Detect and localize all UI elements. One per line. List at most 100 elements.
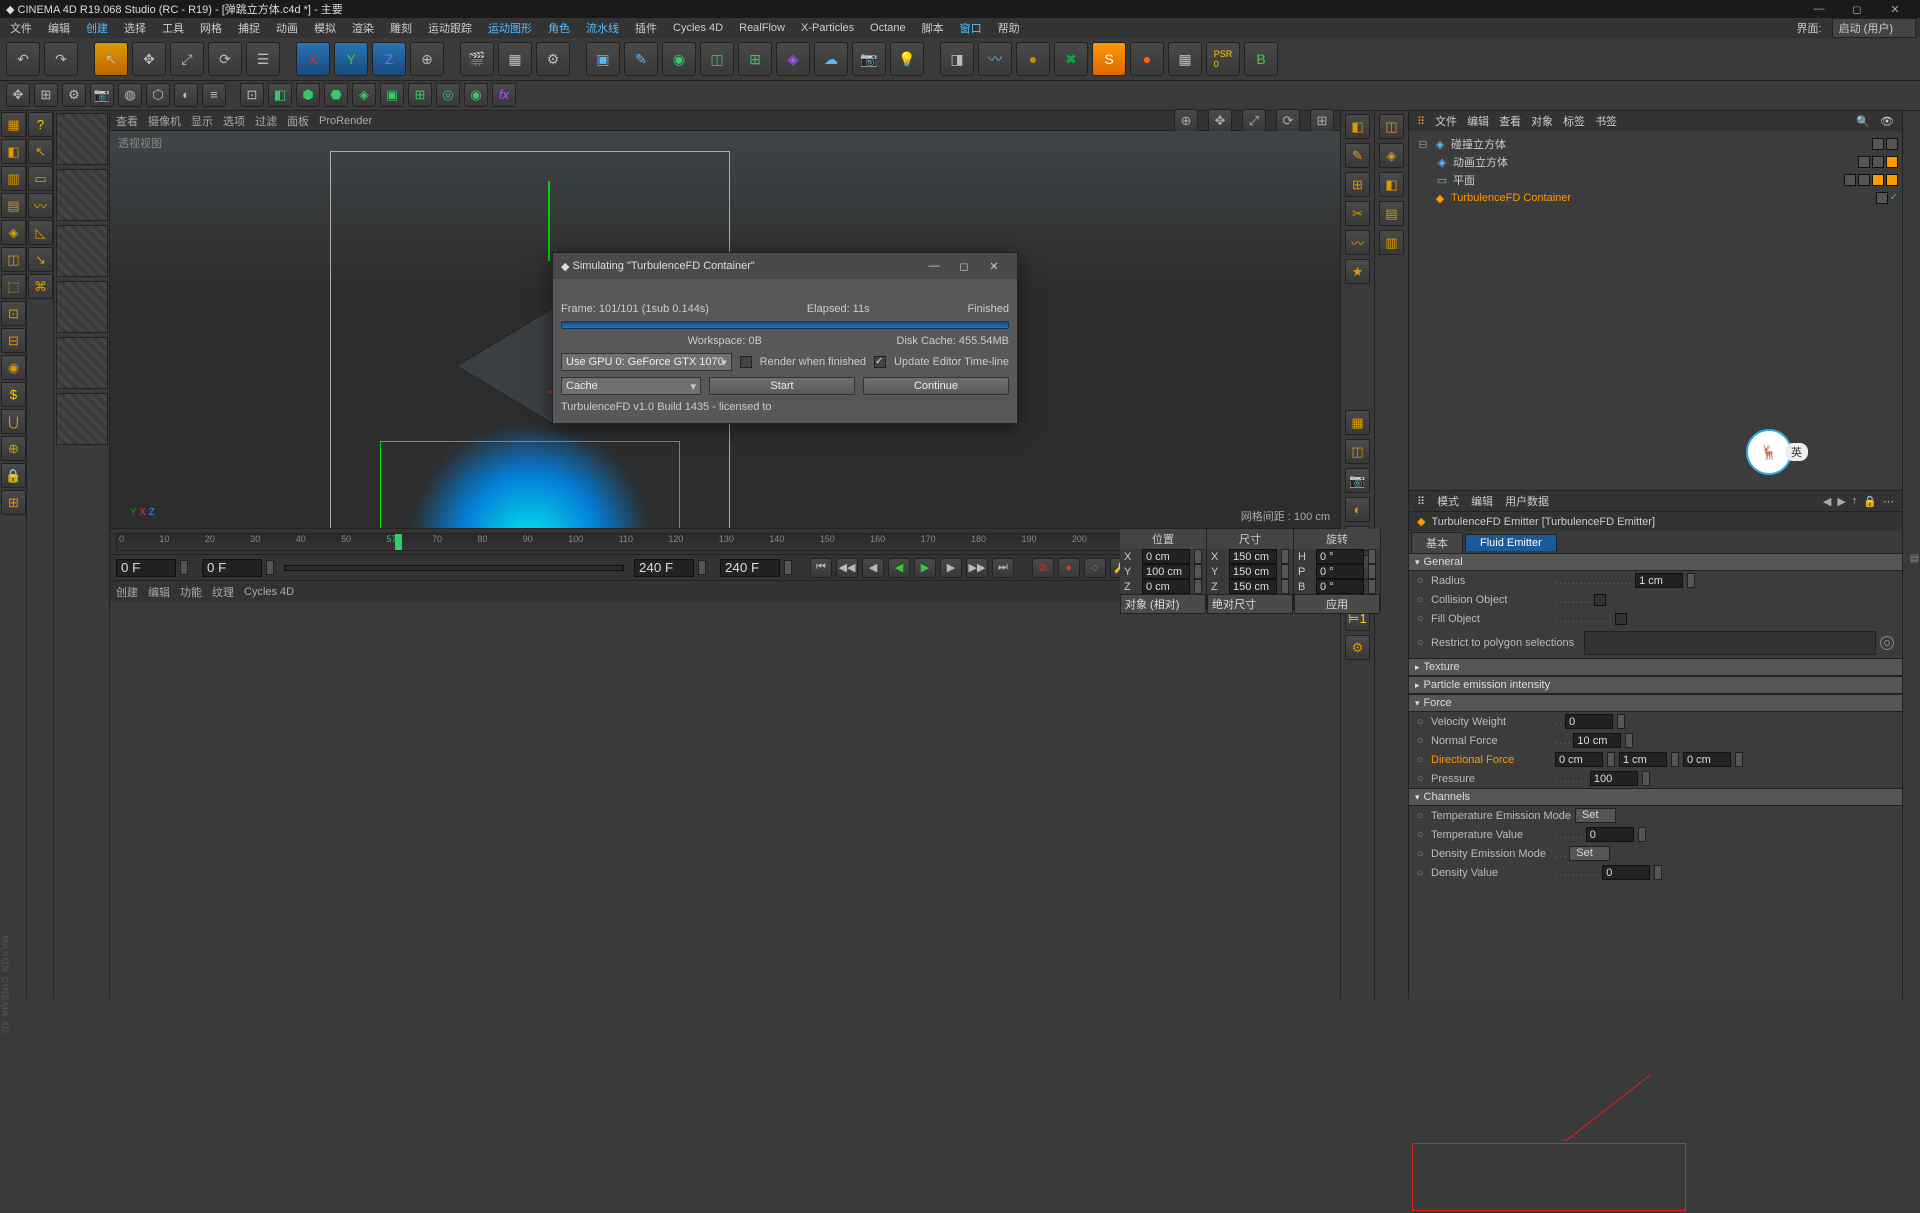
section-force[interactable]: ▾Force (1409, 694, 1902, 712)
left-tool[interactable]: ▥ (1, 166, 26, 191)
expand-toggle[interactable]: ⊟ (1417, 138, 1429, 151)
rot-b[interactable] (1316, 579, 1364, 594)
toolbar-icon[interactable]: ✥ (6, 83, 30, 107)
right-tool[interactable]: ◈ (1379, 143, 1404, 168)
menu-item[interactable]: 运动跟踪 (422, 18, 478, 38)
size-mode[interactable]: 绝对尺寸 (1207, 594, 1293, 614)
panel-grip-icon[interactable]: ⠿ (1417, 495, 1425, 508)
lock-icon[interactable]: 🔒 (1863, 495, 1877, 508)
goto-end-button[interactable]: ⏭ (992, 558, 1014, 578)
tree-row[interactable]: ⊟ ◈ 碰撞立方体 (1413, 135, 1898, 153)
tab-fluid-emitter[interactable]: Fluid Emitter (1465, 534, 1557, 551)
fill-checkbox[interactable] (1615, 613, 1627, 625)
left-tool[interactable]: ⋃ (1, 409, 26, 434)
tag[interactable] (1872, 138, 1884, 150)
density-value-field[interactable] (1602, 865, 1650, 880)
key-options[interactable]: ◌ (1084, 558, 1106, 578)
spinner[interactable] (1281, 579, 1289, 594)
material-slot[interactable] (56, 169, 108, 221)
right-tool[interactable]: ◧ (1379, 172, 1404, 197)
mm-tab[interactable]: Cycles 4D (244, 586, 294, 598)
dialog-minimize[interactable]: — (919, 256, 949, 276)
range-right-field[interactable] (720, 559, 780, 577)
toolbar-icon[interactable]: ◧ (268, 83, 292, 107)
spinner[interactable] (1671, 752, 1679, 767)
attribute-body[interactable]: ▾General ○Radius. . . . . . . . . . . . … (1409, 553, 1902, 999)
update-timeline-checkbox[interactable] (874, 356, 886, 368)
size-y[interactable] (1229, 564, 1277, 579)
vp-menu[interactable]: 显示 (191, 113, 213, 129)
directional-force-z[interactable] (1683, 752, 1731, 767)
velocity-weight-field[interactable] (1565, 714, 1613, 729)
nav-back-icon[interactable]: ◀ (1823, 495, 1831, 508)
pos-mode[interactable]: 对象 (相对) (1120, 594, 1206, 614)
menu-item[interactable]: 插件 (629, 18, 663, 38)
material-slot[interactable] (56, 281, 108, 333)
mm-tab[interactable]: 纹理 (212, 584, 234, 600)
plugin-icon[interactable]: ● (1016, 42, 1050, 76)
rect-tool[interactable]: ▭ (28, 166, 53, 191)
play-backward-button[interactable]: ◀ (888, 558, 910, 578)
spinner[interactable] (180, 560, 188, 575)
deformer-tool[interactable]: ◈ (776, 42, 810, 76)
directional-force-y[interactable] (1619, 752, 1667, 767)
toolbar-icon[interactable]: ⬢ (296, 83, 320, 107)
right-tool[interactable]: 〰 (1345, 230, 1370, 255)
primitive-cube[interactable]: ▣ (586, 42, 620, 76)
x-axis-lock[interactable]: X (296, 42, 330, 76)
right-tool[interactable]: ◐ (1345, 497, 1370, 522)
right-tool[interactable]: 📷 (1345, 468, 1370, 493)
menu-item[interactable]: 动画 (270, 18, 304, 38)
vp-nav-icon[interactable]: ⊞ (1310, 109, 1334, 133)
dialog-maximize[interactable]: ◻ (949, 256, 979, 276)
prev-frame-button[interactable]: ◀ (862, 558, 884, 578)
menu-item[interactable]: 选择 (118, 18, 152, 38)
spinner[interactable] (1625, 733, 1633, 748)
restrict-field[interactable] (1584, 631, 1876, 655)
vp-menu[interactable]: 选项 (223, 113, 245, 129)
density-mode-dropdown[interactable]: Set (1569, 846, 1610, 861)
right-tool[interactable]: ◫ (1379, 114, 1404, 139)
left-tool[interactable]: $ (1, 382, 26, 407)
range-slider[interactable] (284, 565, 624, 571)
toolbar-fx-icon[interactable]: fx (492, 83, 516, 107)
prev-key-button[interactable]: ◀◀ (836, 558, 858, 578)
menu-item[interactable]: 捕捉 (232, 18, 266, 38)
right-tool[interactable]: ▤ (1379, 201, 1404, 226)
tree-label[interactable]: 碰撞立方体 (1451, 136, 1862, 152)
right-tool[interactable]: ★ (1345, 259, 1370, 284)
right-tool[interactable]: ▦ (1345, 410, 1370, 435)
gpu-selector[interactable]: Use GPU 0: GeForce GTX 1070 (561, 353, 732, 371)
am-menu[interactable]: 用户数据 (1505, 493, 1549, 509)
range-left-field[interactable] (202, 559, 262, 577)
tab-basic[interactable]: 基本 (1411, 532, 1463, 553)
menu-item[interactable]: 编辑 (42, 18, 76, 38)
toolbar-icon[interactable]: ⊡ (240, 83, 264, 107)
menu-item[interactable]: 工具 (156, 18, 190, 38)
menu-item[interactable]: 角色 (542, 18, 576, 38)
spinner[interactable] (1687, 573, 1695, 588)
tag[interactable] (1872, 174, 1884, 186)
tag[interactable] (1886, 138, 1898, 150)
plugin-x-icon[interactable]: ✖ (1054, 42, 1088, 76)
search-icon[interactable]: 🔍 (1856, 115, 1870, 128)
tree-row[interactable]: ◆ TurbulenceFD Container ✓ (1413, 189, 1898, 207)
toolbar-icon[interactable]: ◐ (174, 83, 198, 107)
render-settings[interactable]: ⚙ (536, 42, 570, 76)
menu-item[interactable]: Octane (864, 20, 911, 36)
spinner[interactable] (698, 560, 706, 575)
vp-menu[interactable]: 摄像机 (148, 113, 181, 129)
vp-nav-icon[interactable]: ⊕ (1174, 109, 1198, 133)
right-tool[interactable]: ✂ (1345, 201, 1370, 226)
slimbar-tab[interactable]: ▤ (1909, 553, 1920, 564)
toolbar-icon[interactable]: ≡ (202, 83, 226, 107)
right-tool[interactable]: ▥ (1379, 230, 1404, 255)
radius-field[interactable] (1635, 573, 1683, 588)
spinner[interactable] (1607, 752, 1615, 767)
toolbar-icon[interactable]: ◉ (464, 83, 488, 107)
tree-label[interactable]: 平面 (1453, 172, 1834, 188)
section-texture[interactable]: ▸Texture (1409, 658, 1902, 676)
menu-item[interactable]: 运动图形 (482, 18, 538, 38)
continue-button[interactable]: Continue (863, 377, 1009, 395)
material-slot[interactable] (56, 337, 108, 389)
